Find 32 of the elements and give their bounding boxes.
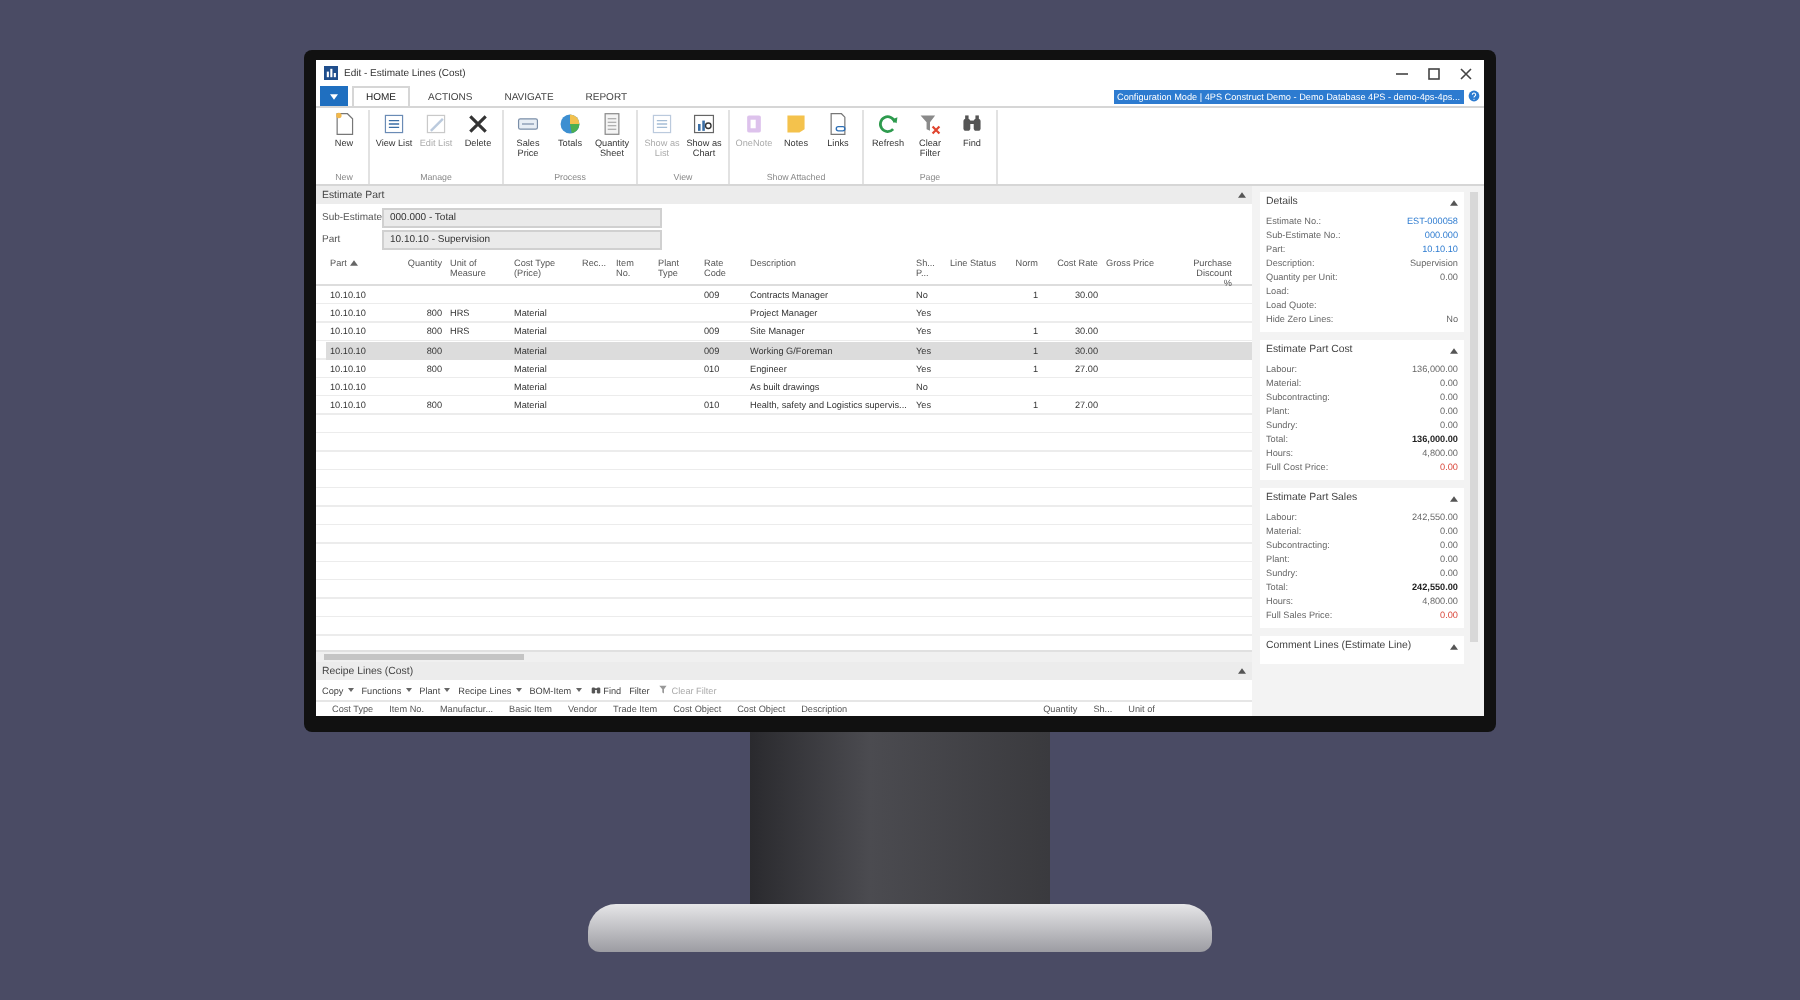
maximize-icon[interactable]	[1424, 63, 1444, 83]
document-icon	[826, 112, 850, 136]
app-icon	[324, 66, 338, 80]
collapse-icon[interactable]	[1238, 668, 1246, 674]
filter-icon	[657, 684, 670, 696]
caret-icon	[575, 688, 582, 692]
binoculars-icon	[589, 684, 602, 696]
binoculars-icon	[960, 112, 984, 136]
horizontal-scrollbar[interactable]	[316, 650, 1252, 662]
caret-icon	[405, 688, 412, 692]
pencil-icon	[424, 112, 448, 136]
collapse-icon[interactable]	[1450, 199, 1458, 205]
filter-icon	[918, 112, 942, 136]
pie-chart-icon	[558, 112, 582, 136]
collapse-icon[interactable]	[1450, 495, 1458, 501]
collapse-icon[interactable]	[1450, 643, 1458, 649]
list-icon	[382, 112, 406, 136]
app-menu-button[interactable]	[320, 86, 348, 106]
document-icon	[332, 112, 356, 136]
list-icon	[650, 112, 674, 136]
caret-icon	[347, 688, 354, 692]
help-icon[interactable]	[1468, 90, 1480, 102]
caret-icon	[330, 93, 338, 99]
refresh-icon	[876, 112, 900, 136]
sheet-icon	[600, 112, 624, 136]
collapse-icon[interactable]	[1450, 347, 1458, 353]
close-icon[interactable]	[1456, 63, 1476, 83]
collapse-icon[interactable]	[1238, 192, 1246, 198]
chart-icon	[692, 112, 716, 136]
x-icon	[466, 112, 490, 136]
caret-icon	[444, 688, 451, 692]
caret-icon	[515, 688, 522, 692]
